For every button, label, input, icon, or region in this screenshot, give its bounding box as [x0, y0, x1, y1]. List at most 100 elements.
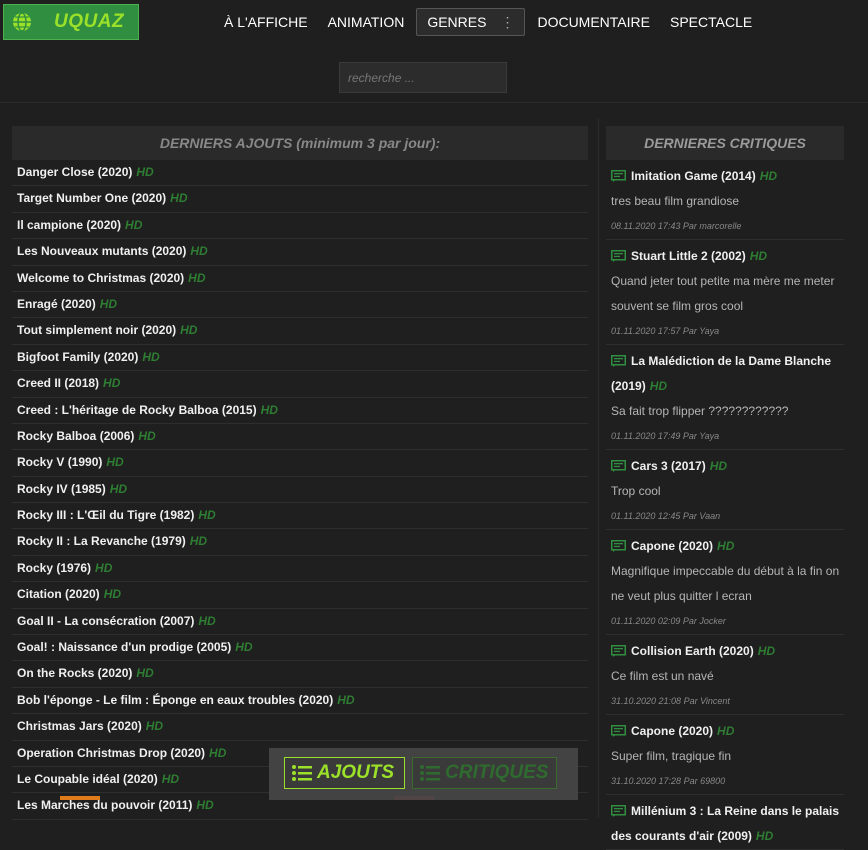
ajouts-list: Danger Close (2020) HD Target Number One (…	[12, 160, 588, 820]
tab-critiques[interactable]: CRITIQUES	[412, 757, 557, 789]
critique-item: Imitation Game (2014) HD tres beau film gr…	[606, 160, 844, 240]
list-item[interactable]: Il campione (2020) HD	[12, 213, 588, 240]
list-item[interactable]: Goal II - La consécration (2007) HD	[12, 609, 588, 636]
tab-ajouts[interactable]: AJOUTS	[284, 757, 405, 789]
critique-item: Cars 3 (2017) HD Trop cool 01.11.2020 12:45…	[606, 450, 844, 530]
comment-icon	[611, 805, 626, 817]
movie-title-link: Enragé (2020)	[17, 296, 96, 311]
comment-icon	[611, 355, 626, 367]
ajouts-title: DERNIERS AJOUTS (minimum 3 par jour):	[12, 126, 588, 160]
critique-item: Millénium 3 : La Reine dans le palais de…	[606, 795, 844, 850]
list-item[interactable]: Danger Close (2020) HD	[12, 160, 588, 187]
list-item[interactable]: Creed II (2018) HD	[12, 371, 588, 398]
list-item[interactable]: Citation (2020) HD	[12, 582, 588, 609]
list-item[interactable]: Christmas Jars (2020) HD	[12, 714, 588, 741]
critique-movie-title: Stuart Little 2 (2002)	[631, 249, 746, 263]
list-item[interactable]: Rocky Balboa (2006) HD	[12, 424, 588, 451]
critique-title[interactable]: La Malédiction de la Dame Blanche (2019)…	[611, 349, 844, 399]
hd-badge: HD	[136, 165, 154, 179]
list-item[interactable]: Goal! : Naissance d'un prodige (2005) HD	[12, 635, 588, 662]
nav-a-laffiche[interactable]: À L'AFFICHE	[214, 14, 318, 30]
orange-button-edge[interactable]	[60, 796, 100, 800]
list-item[interactable]: Rocky II : La Revanche (1979) HD	[12, 529, 588, 556]
nav-spectacle[interactable]: SPECTACLE	[660, 14, 762, 30]
hd-badge: HD	[109, 481, 128, 496]
hd-badge: HD	[142, 349, 160, 364]
movie-title-link: Rocky II : La Revanche (1979)	[17, 534, 186, 549]
hd-badge: HD	[337, 692, 355, 707]
movie-title-link: Goal II - La consécration (2007)	[17, 613, 195, 628]
movie-title-link: Creed II (2018)	[17, 376, 100, 391]
critique-movie-title: La Malédiction de la Dame Blanche (2019)	[611, 354, 832, 393]
critique-movie-title: Millénium 3 : La Reine dans le palais de…	[611, 804, 840, 843]
hd-badge: HD	[136, 666, 154, 681]
critique-meta: 01.11.2020 02:09 Par Jocker	[611, 616, 726, 626]
critique-text: Ce film est un navé	[611, 669, 714, 683]
hd-badge: HD	[709, 459, 728, 473]
critique-meta: 31.10.2020 17:28 Par 69800	[611, 776, 726, 786]
list-icon	[292, 765, 312, 781]
nav-documentaire[interactable]: DOCUMENTAIRE	[527, 14, 660, 30]
movie-title-link: Rocky V (1990)	[17, 455, 103, 470]
list-item[interactable]: Bigfoot Family (2020) HD	[12, 345, 588, 372]
list-item[interactable]: On the Rocks (2020) HD	[12, 661, 588, 688]
comment-icon	[611, 540, 626, 552]
list-item[interactable]: Rocky (1976) HD	[12, 556, 588, 583]
critique-title[interactable]: Millénium 3 : La Reine dans le palais de…	[611, 799, 844, 849]
hd-badge: HD	[260, 402, 278, 417]
hd-badge: HD	[190, 244, 208, 259]
critique-title[interactable]: Capone (2020) HD	[611, 534, 844, 559]
movie-title-link: Bigfoot Family (2020)	[17, 349, 139, 364]
movie-title-link: Rocky III : L'Œil du Tigre (1982)	[17, 508, 195, 523]
list-item[interactable]: Creed : L'héritage de Rocky Balboa (2015…	[12, 398, 588, 424]
movie-title-link: Le Coupable idéal (2020)	[17, 771, 158, 786]
main-nav: À L'AFFICHE ANIMATION GENRES ⋮ DOCUMENTA…	[214, 0, 762, 44]
logo-text: UQUAZ	[54, 11, 125, 32]
hd-badge: HD	[759, 169, 778, 183]
hd-badge: HD	[717, 724, 735, 738]
hd-badge: HD	[106, 455, 124, 470]
critique-title[interactable]: Capone (2020) HD	[611, 719, 844, 744]
list-item[interactable]: Welcome to Christmas (2020) HD	[12, 266, 588, 292]
nav-animation[interactable]: ANIMATION	[318, 14, 415, 30]
nav-genres-dropdown[interactable]: GENRES ⋮	[416, 8, 526, 36]
list-item[interactable]: Enragé (2020) HD	[12, 292, 588, 319]
list-item[interactable]: Bob l'éponge - Le film : Éponge en eaux …	[12, 688, 588, 715]
critique-title[interactable]: Imitation Game (2014) HD	[611, 164, 844, 189]
critique-text: Magnifique impeccable du début à la fin …	[611, 564, 840, 603]
list-item[interactable]: Target Number One (2020) HD	[12, 186, 588, 213]
hd-badge: HD	[198, 613, 216, 628]
hd-badge: HD	[188, 270, 206, 285]
movie-title-link: Il campione (2020)	[17, 217, 122, 232]
search-input[interactable]	[339, 62, 507, 93]
critique-meta: 01.11.2020 17:57 Par Yaya	[611, 326, 720, 336]
critique-item: Capone (2020) HD Magnifique impeccable du …	[606, 530, 844, 635]
movie-title-link: Bob l'éponge - Le film : Éponge en eaux …	[17, 692, 334, 707]
critique-movie-title: Collision Earth (2020)	[631, 644, 754, 658]
list-item[interactable]: Les Nouveaux mutants (2020) HD	[12, 239, 588, 266]
movie-title-link: Goal! : Naissance d'un prodige (2005)	[17, 640, 232, 655]
movie-title-link: Creed : L'héritage de Rocky Balboa (2015…	[17, 402, 257, 417]
list-item[interactable]: Rocky V (1990) HD	[12, 450, 588, 477]
hd-badge: HD	[145, 719, 164, 734]
critique-title[interactable]: Collision Earth (2020) HD	[611, 639, 844, 664]
hd-badge: HD	[99, 296, 118, 311]
hd-badge: HD	[170, 191, 188, 206]
critique-meta: 01.11.2020 12:45 Par Vaan	[611, 511, 721, 521]
critiques-title: DERNIERES CRITIQUES	[606, 126, 844, 160]
list-item[interactable]: Tout simplement noir (2020) HD	[12, 318, 588, 345]
critique-title[interactable]: Stuart Little 2 (2002) HD	[611, 244, 844, 269]
critique-movie-title: Imitation Game (2014)	[631, 169, 756, 183]
critique-text: Super film, tragique fin	[611, 749, 732, 763]
hd-badge: HD	[138, 428, 156, 443]
list-item[interactable]: Rocky III : L'Œil du Tigre (1982) HD	[12, 503, 588, 530]
site-logo[interactable]: UQUAZ	[3, 4, 139, 40]
tab-ajouts-label: AJOUTS	[317, 762, 395, 783]
critique-text: Trop cool	[611, 484, 661, 498]
movie-title-link: Danger Close (2020)	[17, 165, 133, 179]
hd-badge: HD	[209, 745, 227, 760]
list-item[interactable]: Rocky IV (1985) HD	[12, 477, 588, 504]
critique-title[interactable]: Cars 3 (2017) HD	[611, 454, 844, 479]
comment-icon	[611, 250, 626, 262]
movie-title-link: Target Number One (2020)	[17, 191, 167, 206]
